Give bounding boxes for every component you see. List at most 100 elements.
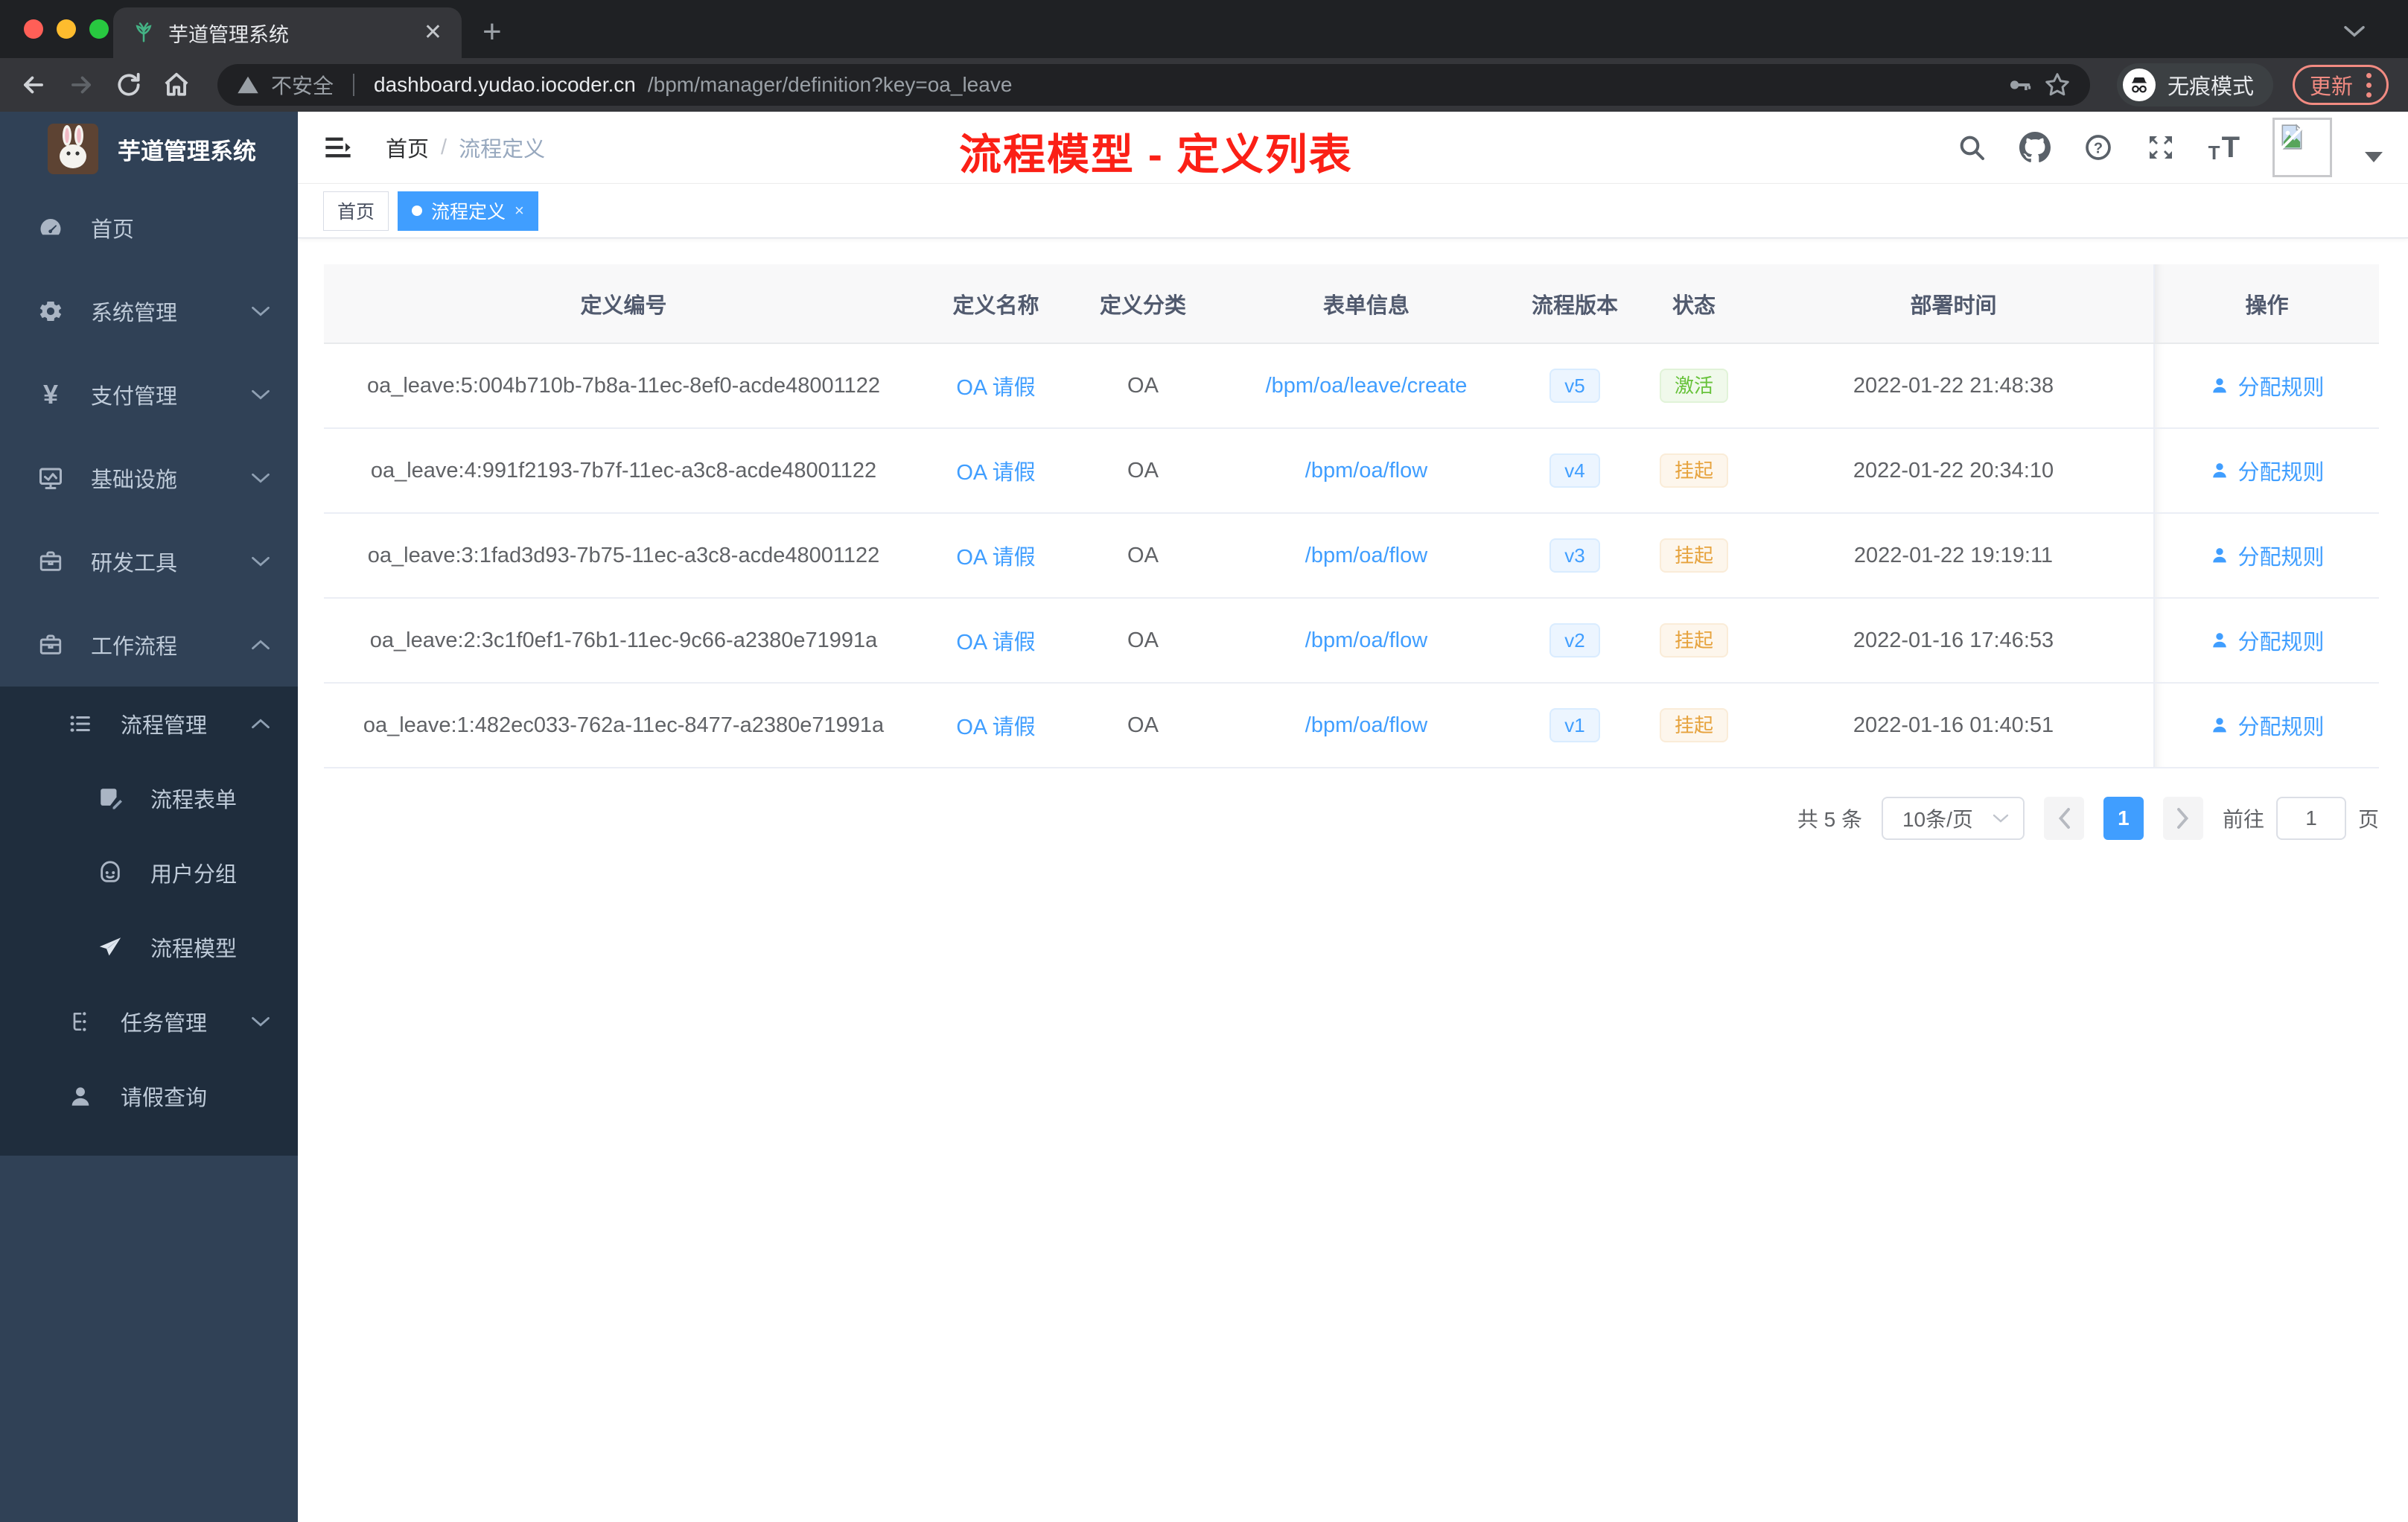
sidebar-item-workflow[interactable]: 工作流程: [0, 603, 298, 687]
prev-page-button[interactable]: [2043, 797, 2084, 840]
browser-update-button[interactable]: 更新: [2292, 65, 2389, 105]
page-annotation: 流程模型 - 定义列表: [959, 131, 1353, 179]
tag-process-definition[interactable]: 流程定义 ×: [398, 191, 538, 231]
tab-favicon-plant-icon: [133, 22, 155, 44]
search-icon[interactable]: [1957, 133, 1987, 162]
password-key-icon[interactable]: [2007, 72, 2032, 98]
cell-definition-id: oa_leave:4:991f2193-7b7f-11ec-a3c8-acde4…: [370, 458, 877, 483]
definition-name-link[interactable]: OA 请假: [923, 710, 1068, 741]
fullscreen-icon[interactable]: [2146, 133, 2176, 162]
definition-name-link[interactable]: OA 请假: [923, 370, 1068, 401]
form-info-link[interactable]: /bpm/oa/leave/create: [1217, 374, 1515, 398]
font-size-icon[interactable]: TT: [2208, 133, 2240, 162]
new-tab-button[interactable]: +: [482, 13, 502, 51]
chevron-up-icon: [250, 717, 271, 730]
goto-page-input[interactable]: [2275, 797, 2346, 840]
screen: 芋道管理系统 ✕ + 不安全 dashboard.yudao.iocoder.c…: [0, 0, 2408, 1522]
assign-rule-link[interactable]: 分配规则: [2209, 625, 2325, 656]
security-label: 不安全: [271, 74, 334, 98]
breadcrumb-home[interactable]: 首页: [386, 132, 429, 163]
tab-close-icon[interactable]: ✕: [424, 22, 442, 44]
tag-home[interactable]: 首页: [323, 191, 389, 231]
form-info-link[interactable]: /bpm/oa/flow: [1217, 544, 1515, 568]
page-header: 首页 / 流程定义 流程模型 - 定义列表 ? TT: [298, 112, 2408, 184]
sidebar-item-task-management[interactable]: 任务管理: [0, 984, 298, 1059]
chevron-down-icon: [250, 471, 271, 485]
url-bar[interactable]: 不安全 dashboard.yudao.iocoder.cn/bpm/manag…: [217, 64, 2090, 106]
column-header: 状态: [1672, 293, 1716, 318]
next-page-button[interactable]: [2162, 797, 2203, 840]
collapse-sidebar-icon[interactable]: [323, 133, 353, 162]
github-icon[interactable]: [2019, 132, 2051, 163]
assign-rule-link[interactable]: 分配规则: [2209, 370, 2325, 401]
avatar-dropdown-caret-icon[interactable]: [2365, 152, 2383, 162]
browser-tab[interactable]: 芋道管理系统 ✕: [113, 7, 462, 58]
page-number-current[interactable]: 1: [2103, 797, 2144, 840]
tag-close-icon[interactable]: ×: [515, 201, 524, 220]
column-header: 表单信息: [1322, 293, 1410, 318]
svg-text:?: ?: [2094, 141, 2103, 157]
tree-icon: [67, 1010, 94, 1034]
help-icon[interactable]: ?: [2083, 133, 2113, 162]
reload-icon[interactable]: [115, 71, 143, 99]
header-icon-group: ? TT: [1957, 118, 2383, 177]
assign-rule-link[interactable]: 分配规则: [2209, 455, 2325, 486]
sidebar-logo-row[interactable]: 芋道管理系统: [0, 112, 298, 186]
content: 定义编号 定义名称 定义分类 表单信息 流程版本 状态 部署时间 操作 oa_l…: [298, 238, 2408, 840]
form-info-link[interactable]: /bpm/oa/flow: [1217, 459, 1515, 483]
cell-deploy-time: 2022-01-16 01:40:51: [1853, 713, 2054, 737]
cell-category: OA: [1127, 458, 1159, 483]
chevron-up-icon: [250, 638, 271, 652]
sidebar-item-infrastructure[interactable]: 基础设施: [0, 436, 298, 520]
home-icon[interactable]: [162, 71, 191, 99]
incognito-badge: 无痕模式: [2116, 63, 2273, 106]
assign-rule-link[interactable]: 分配规则: [2209, 540, 2325, 571]
security-warning-icon: [237, 74, 259, 96]
sidebar-item-label: 工作流程: [91, 635, 178, 659]
cell-definition-id: oa_leave:3:1fad3d93-7b75-11ec-a3c8-acde4…: [367, 543, 880, 567]
back-icon[interactable]: [19, 71, 48, 99]
chevron-down-icon: [1992, 812, 2010, 824]
close-window-button[interactable]: [24, 19, 43, 39]
sidebar-item-process-form[interactable]: 流程表单: [0, 761, 298, 835]
table-row: oa_leave:1:482ec033-762a-11ec-8477-a2380…: [324, 684, 2379, 768]
assign-rule-link[interactable]: 分配规则: [2209, 710, 2325, 741]
sidebar-item-label: 流程管理: [121, 714, 208, 738]
cell-deploy-time: 2022-01-22 20:34:10: [1853, 458, 2054, 483]
logo-avatar: [48, 124, 98, 174]
form-info-link[interactable]: /bpm/oa/flow: [1217, 713, 1515, 738]
user-avatar[interactable]: [2272, 118, 2332, 177]
user-icon: [2213, 548, 2227, 563]
pagination-total: 共 5 条: [1797, 808, 1862, 831]
briefcase-icon: [37, 632, 64, 657]
cell-category: OA: [1127, 713, 1159, 737]
sidebar-item-process-management[interactable]: 流程管理: [0, 687, 298, 761]
minimize-window-button[interactable]: [57, 19, 76, 39]
url-path: /bpm/manager/definition?key=oa_leave: [647, 73, 1013, 96]
column-header: 流程版本: [1531, 293, 1618, 318]
sidebar-item-user-group[interactable]: 用户分组: [0, 835, 298, 910]
sidebar-item-system[interactable]: 系统管理: [0, 270, 298, 353]
breadcrumb-current: 流程定义: [459, 138, 546, 162]
sidebar-item-home[interactable]: 首页: [0, 186, 298, 270]
user-icon: [2213, 378, 2227, 393]
definition-name-link[interactable]: OA 请假: [923, 540, 1068, 571]
user-icon: [2213, 463, 2227, 478]
maximize-window-button[interactable]: [89, 19, 109, 39]
sidebar-item-process-model[interactable]: 流程模型: [0, 910, 298, 984]
sidebar-item-leave-query[interactable]: 请假查询: [0, 1059, 298, 1133]
definition-name-link[interactable]: OA 请假: [923, 625, 1068, 656]
forward-icon[interactable]: [67, 71, 95, 99]
sidebar-item-devtools[interactable]: 研发工具: [0, 520, 298, 603]
definition-name-link[interactable]: OA 请假: [923, 455, 1068, 486]
sidebar-item-payment[interactable]: ¥ 支付管理: [0, 353, 298, 436]
cell-deploy-time: 2022-01-16 17:46:53: [1853, 628, 2054, 652]
browser-menu-icon[interactable]: [2366, 72, 2372, 98]
cell-deploy-time: 2022-01-22 19:19:11: [1853, 543, 2054, 567]
page-size-select[interactable]: 10条/页: [1881, 797, 2025, 840]
broken-image-icon: [2278, 123, 2306, 151]
form-info-link[interactable]: /bpm/oa/flow: [1217, 628, 1515, 653]
column-header-action: 操作: [2153, 264, 2379, 343]
bookmark-star-icon[interactable]: [2044, 71, 2071, 98]
tab-search-chevron-icon[interactable]: [2342, 24, 2366, 39]
